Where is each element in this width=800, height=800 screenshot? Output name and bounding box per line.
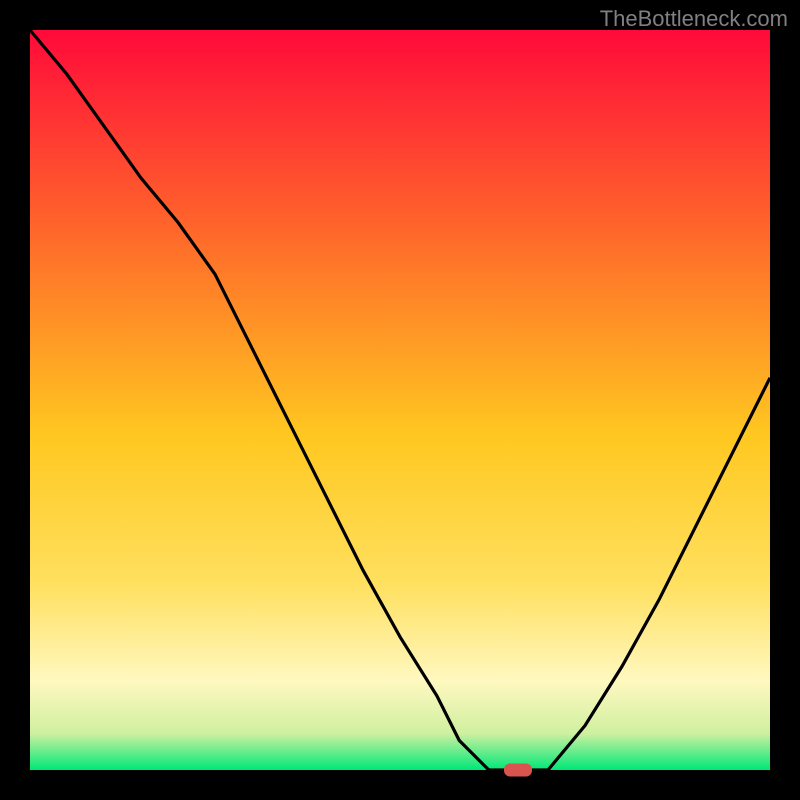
curve-line: [30, 30, 770, 770]
plot-area: [30, 30, 770, 770]
watermark-text: TheBottleneck.com: [600, 6, 788, 32]
optimal-marker: [504, 764, 532, 777]
